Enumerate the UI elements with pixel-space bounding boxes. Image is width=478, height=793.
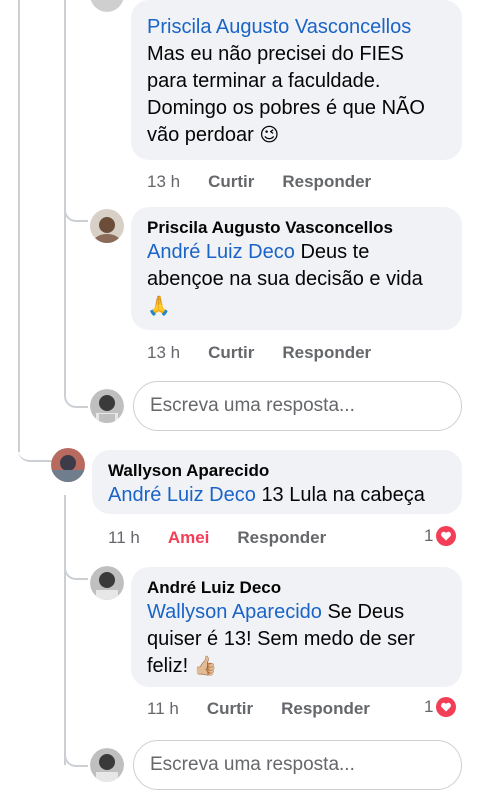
comment-actions: 13 h Curtir Responder xyxy=(147,172,399,192)
thread-line-outer-curve xyxy=(18,440,52,462)
reaction-count[interactable]: 1 xyxy=(424,526,457,546)
heart-icon xyxy=(436,697,457,717)
comment-body: Priscila Augusto Vasconcellos Mas eu não… xyxy=(147,14,446,149)
reaction-count-label: 1 xyxy=(424,526,434,545)
reply-button[interactable]: Responder xyxy=(282,343,371,363)
reply-button[interactable]: Responder xyxy=(282,172,371,192)
wink-emoji-icon: 😉 xyxy=(259,124,280,146)
comment-author[interactable]: André Luiz Deco xyxy=(147,577,446,599)
comment-bubble: Priscila Augusto Vasconcellos André Luiz… xyxy=(131,207,462,330)
avatar[interactable] xyxy=(90,209,124,243)
comment-actions: 13 h Curtir Responder xyxy=(147,343,399,363)
reply-button[interactable]: Responder xyxy=(281,699,370,719)
thread-line-inner-1 xyxy=(64,0,66,396)
current-user-avatar xyxy=(90,748,124,782)
thread-line-reply-1 xyxy=(64,200,88,222)
reaction-count-label: 1 xyxy=(424,697,434,716)
comment-text: Mas eu não precisei do FIES para termina… xyxy=(147,43,425,146)
mention-link[interactable]: André Luiz Deco xyxy=(147,241,295,263)
comment-time[interactable]: 11 h xyxy=(147,699,179,719)
comment-body: André Luiz Deco Deus te abençoe na sua d… xyxy=(147,239,446,320)
mention-link[interactable]: André Luiz Deco xyxy=(108,484,256,506)
heart-icon xyxy=(436,526,457,546)
like-button[interactable]: Curtir xyxy=(208,343,254,363)
mention-link[interactable]: Priscila Augusto Vasconcellos xyxy=(147,14,446,41)
comment-body: Wallyson Aparecido Se Deus quiser é 13! … xyxy=(147,599,446,680)
reply-input[interactable]: Escreva uma resposta... xyxy=(133,381,462,431)
thread-line-input-1 xyxy=(64,386,88,408)
thumbs-up-emoji-icon: 👍🏼 xyxy=(193,655,218,677)
comment-time[interactable]: 13 h xyxy=(147,172,180,192)
reply-button[interactable]: Responder xyxy=(237,528,326,548)
comment-author[interactable]: Priscila Augusto Vasconcellos xyxy=(147,217,446,239)
mention-link[interactable]: Wallyson Aparecido xyxy=(147,601,322,623)
comment-author[interactable]: Wallyson Aparecido xyxy=(108,460,446,482)
like-button[interactable]: Curtir xyxy=(208,172,254,192)
comment-time[interactable]: 13 h xyxy=(147,343,180,363)
love-button[interactable]: Amei xyxy=(168,528,210,548)
avatar[interactable] xyxy=(90,0,124,12)
thread-line-reply-2 xyxy=(64,558,88,580)
avatar[interactable] xyxy=(90,566,124,600)
comment-actions: 11 h Amei Responder xyxy=(108,528,354,548)
avatar[interactable] xyxy=(51,448,85,482)
comment-actions: 11 h Curtir Responder xyxy=(147,699,398,719)
current-user-avatar xyxy=(90,389,124,423)
reply-input[interactable]: Escreva uma resposta... xyxy=(133,740,462,790)
reaction-count[interactable]: 1 xyxy=(424,697,457,717)
comment-body: André Luiz Deco 13 Lula na cabeça xyxy=(108,482,446,509)
comment-time[interactable]: 11 h xyxy=(108,528,140,548)
comment-text: 13 Lula na cabeça xyxy=(261,484,425,506)
thread-line-inner-2 xyxy=(64,495,66,765)
comment-bubble: André Luiz Deco Wallyson Aparecido Se De… xyxy=(131,567,462,687)
thread-line-input-2 xyxy=(64,745,88,767)
like-button[interactable]: Curtir xyxy=(207,699,253,719)
comment-bubble: Priscila Augusto Vasconcellos Mas eu não… xyxy=(131,0,462,160)
thread-line-outer xyxy=(18,0,20,452)
comment-bubble: Wallyson Aparecido André Luiz Deco 13 Lu… xyxy=(92,450,462,514)
pray-emoji-icon: 🙏 xyxy=(147,295,171,317)
